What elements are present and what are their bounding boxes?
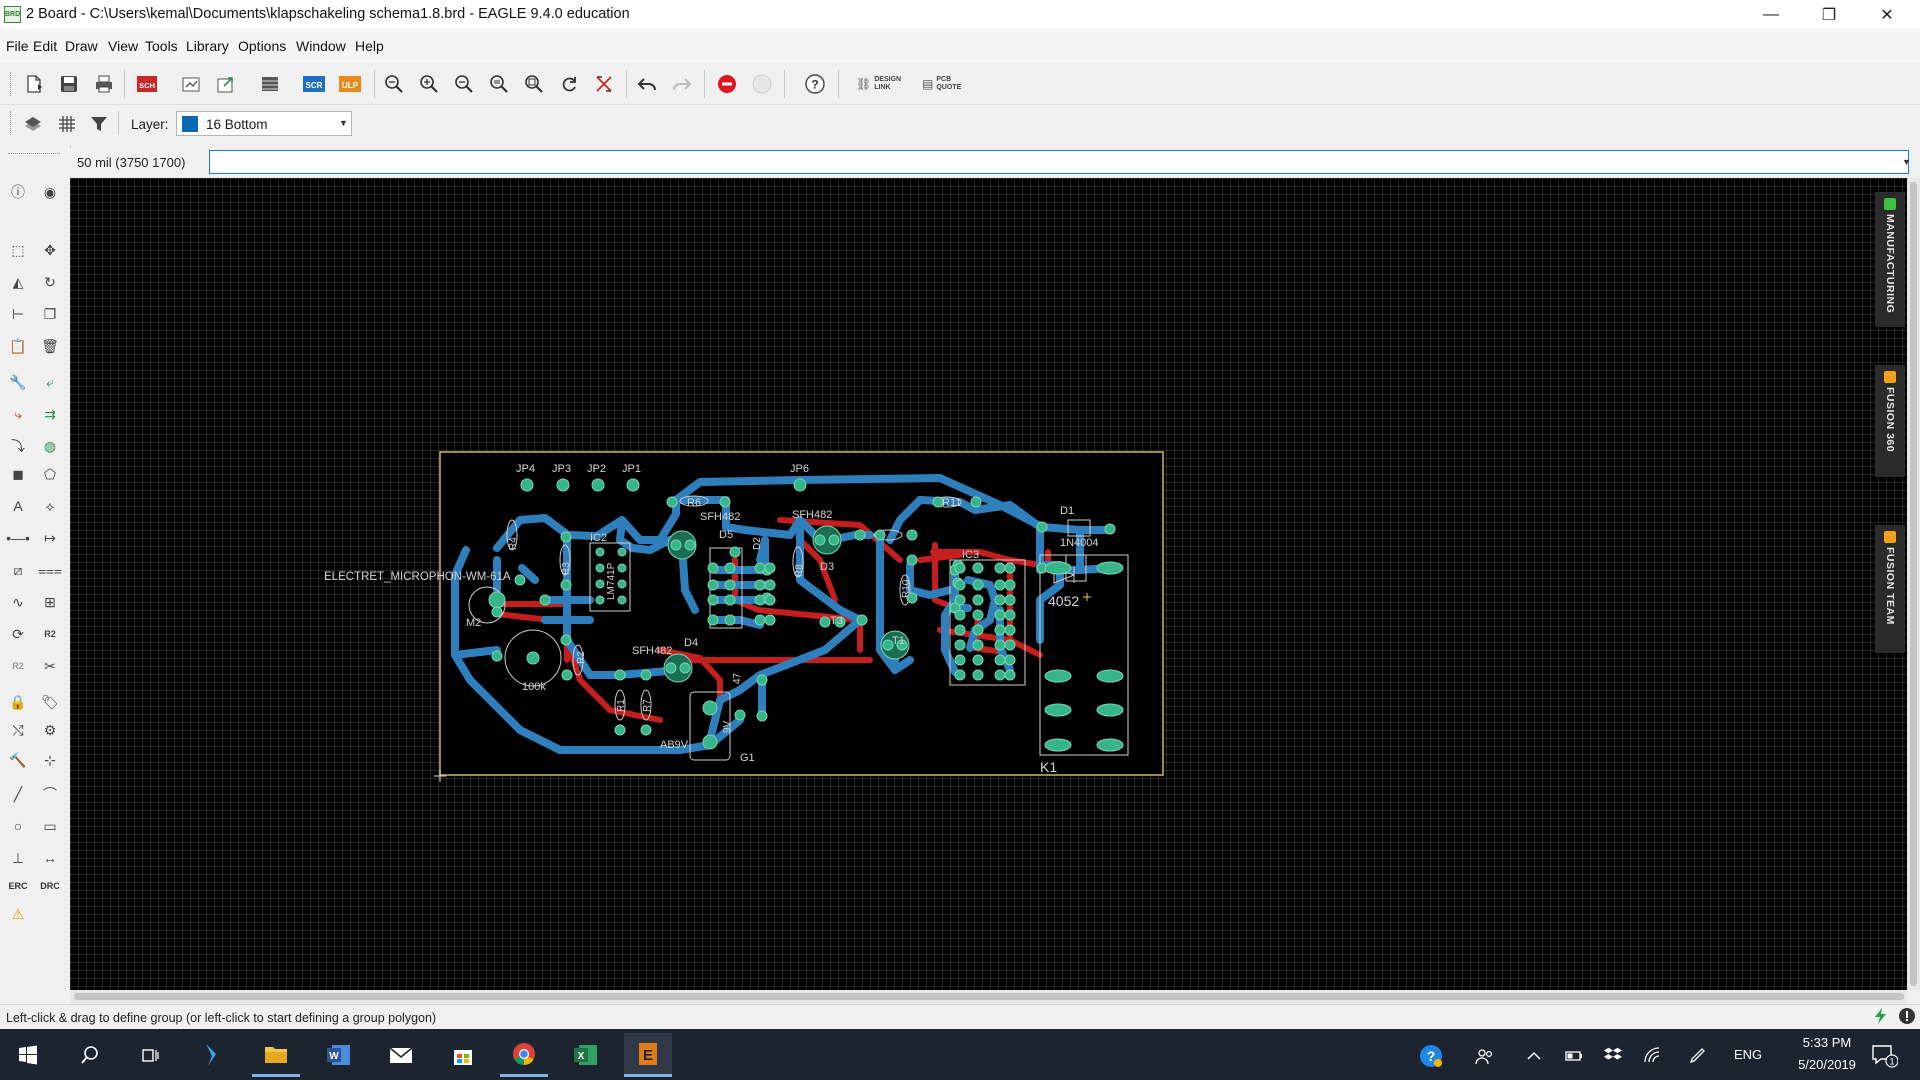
clock-date[interactable]: 5/20/2019 xyxy=(1782,1057,1872,1072)
svg-text:R1: R1 xyxy=(616,699,627,712)
fusion-team-panel-tab[interactable]: FUSION TEAM xyxy=(1875,525,1905,653)
chrome-icon[interactable] xyxy=(500,1033,548,1077)
svg-text:JP6: JP6 xyxy=(790,463,809,475)
svg-text:9V: 9V xyxy=(722,720,733,733)
svg-text:W: W xyxy=(329,1051,339,1062)
svg-text:AB9V: AB9V xyxy=(660,739,689,751)
status-message: Left-click & drag to define group (or le… xyxy=(6,1011,437,1025)
svg-text:100k: 100k xyxy=(522,681,546,693)
svg-text:?: ? xyxy=(1427,1048,1436,1064)
svg-text:SFH482: SFH482 xyxy=(792,509,832,521)
dropbox-icon[interactable] xyxy=(1603,1046,1623,1064)
svg-text:R8: R8 xyxy=(794,564,805,577)
svg-text:IC3: IC3 xyxy=(962,549,979,561)
svg-text:JP1: JP1 xyxy=(622,463,641,475)
pcb-drawing: JP4 JP3 JP2 JP1 JP6 R6 SFH482 SFH482 R11… xyxy=(324,451,1164,782)
fusion-team-icon xyxy=(1884,531,1896,543)
svg-text:R2: R2 xyxy=(576,651,587,664)
svg-text:1: 1 xyxy=(1889,1057,1894,1067)
wifi-icon[interactable] xyxy=(1643,1046,1663,1064)
people-icon[interactable] xyxy=(1474,1046,1496,1068)
svg-text:4052: 4052 xyxy=(1048,593,1079,609)
svg-text:SFH482: SFH482 xyxy=(632,645,672,657)
word-icon[interactable]: W xyxy=(315,1033,363,1077)
file-explorer-icon[interactable] xyxy=(252,1033,300,1077)
chevron-up-icon[interactable] xyxy=(1525,1048,1543,1064)
notification-icon[interactable]: 1 xyxy=(1870,1042,1899,1068)
svg-text:K1: K1 xyxy=(1040,759,1057,775)
svg-text:D4: D4 xyxy=(684,637,698,649)
svg-text:1N4004: 1N4004 xyxy=(1060,537,1099,549)
svg-text:JP3: JP3 xyxy=(552,463,571,475)
svg-text:JP4: JP4 xyxy=(516,463,535,475)
svg-text:T1: T1 xyxy=(892,635,905,647)
svg-text:X: X xyxy=(578,1051,585,1062)
svg-text:D3: D3 xyxy=(820,561,834,573)
manufacturing-panel-tab[interactable]: MANUFACTURING xyxy=(1875,192,1905,327)
app-blue-icon[interactable] xyxy=(189,1033,237,1077)
svg-text:JP2: JP2 xyxy=(587,463,606,475)
vertical-scroll-thumb[interactable] xyxy=(1910,182,1917,986)
help-tray-icon[interactable]: ? xyxy=(1418,1043,1444,1069)
svg-text:R3: R3 xyxy=(561,562,572,575)
manufacturing-icon xyxy=(1884,198,1896,210)
svg-text:R11: R11 xyxy=(942,497,961,509)
search-icon[interactable] xyxy=(66,1033,114,1077)
svg-text:E: E xyxy=(643,1047,653,1064)
horizontal-scroll-thumb[interactable] xyxy=(74,993,1904,1000)
svg-text:R4: R4 xyxy=(508,537,519,550)
svg-text:M2: M2 xyxy=(466,617,481,629)
pen-icon[interactable] xyxy=(1688,1045,1708,1065)
eagle-icon[interactable]: E xyxy=(624,1033,672,1077)
fusion360-icon xyxy=(1884,371,1896,383)
battery-icon[interactable] xyxy=(1564,1048,1584,1064)
svg-text:D1: D1 xyxy=(1060,505,1074,517)
svg-text:IC2: IC2 xyxy=(590,532,607,544)
fusion360-panel-tab[interactable]: FUSION 360 xyxy=(1875,365,1905,477)
svg-text:R7: R7 xyxy=(642,699,653,712)
svg-text:ELECTRET_MICROPHON-WM-61A: ELECTRET_MICROPHON-WM-61A xyxy=(324,571,511,583)
svg-text:LM741P: LM741P xyxy=(606,562,617,600)
svg-text:R6: R6 xyxy=(687,497,701,509)
store-icon[interactable] xyxy=(439,1033,487,1077)
task-view-icon[interactable] xyxy=(126,1033,174,1077)
clock-time[interactable]: 5:33 PM xyxy=(1782,1035,1872,1050)
svg-text:R10: R10 xyxy=(901,579,912,598)
language-indicator[interactable]: ENG xyxy=(1734,1047,1762,1062)
svg-text:G1: G1 xyxy=(740,752,755,764)
svg-text:D2: D2 xyxy=(752,537,763,550)
svg-text:SFH482: SFH482 xyxy=(700,511,740,523)
svg-text:47: 47 xyxy=(732,672,743,684)
mail-icon[interactable] xyxy=(377,1033,425,1077)
excel-icon[interactable]: X xyxy=(562,1033,610,1077)
warning-icon[interactable] xyxy=(1898,1007,1916,1025)
svg-text:T3: T3 xyxy=(830,615,843,627)
svg-text:D5: D5 xyxy=(719,529,733,541)
start-icon[interactable] xyxy=(4,1033,52,1077)
lightning-icon[interactable] xyxy=(1872,1007,1890,1025)
